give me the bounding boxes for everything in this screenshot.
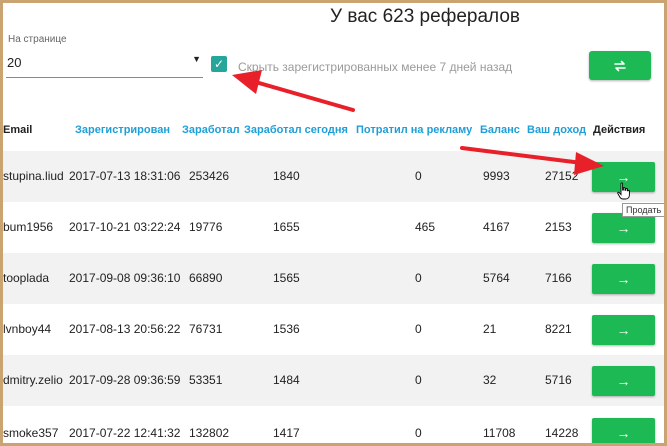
annotation-arrow-checkbox [232, 70, 355, 112]
annotation-arrows [232, 70, 604, 175]
annotation-arrow-sell [460, 146, 604, 175]
